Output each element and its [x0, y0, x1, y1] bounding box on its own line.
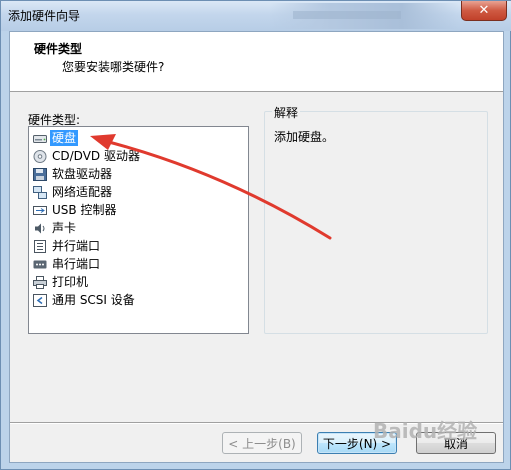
window-title: 添加硬件向导: [8, 9, 81, 23]
parallel-port-icon: [33, 239, 47, 253]
list-item-label: 硬盘: [50, 130, 79, 146]
wizard-header: 硬件类型 您要安装哪类硬件?: [10, 32, 503, 92]
close-button[interactable]: ✕: [461, 1, 507, 21]
list-item-scsi[interactable]: 通用 SCSI 设备: [33, 291, 137, 309]
list-item-parallel-port[interactable]: 并行端口: [33, 237, 102, 255]
list-item-usb[interactable]: USB 控制器: [33, 201, 118, 219]
explanation-text: 添加硬盘。: [274, 130, 335, 144]
list-item-label: 打印机: [52, 275, 89, 289]
background-window-text-blur: [293, 11, 401, 19]
list-item-hard-disk[interactable]: 硬盘: [33, 129, 79, 147]
list-item-label: USB 控制器: [52, 203, 117, 217]
title-bar[interactable]: 添加硬件向导 ✕: [1, 1, 511, 31]
list-item-serial-port[interactable]: 串行端口: [33, 255, 102, 273]
back-button[interactable]: < 上一步(B): [222, 432, 302, 454]
list-item-label: 软盘驱动器: [52, 167, 113, 181]
hardware-type-list[interactable]: 硬盘 CD/DVD 驱动器 软盘驱动器 网络适配器 USB 控制器 声卡 并行端…: [28, 126, 249, 334]
list-item-label: 通用 SCSI 设备: [52, 293, 135, 307]
list-item-label: 网络适配器: [52, 185, 113, 199]
printer-icon: [33, 275, 47, 289]
scsi-icon: [33, 293, 47, 307]
list-item-label: 声卡: [52, 221, 77, 235]
page-subtitle: 您要安装哪类硬件?: [62, 60, 165, 74]
explanation-legend: 解释: [272, 104, 301, 121]
list-item-label: 并行端口: [52, 239, 101, 253]
list-item-network-adapter[interactable]: 网络适配器: [33, 183, 114, 201]
list-item-label: 串行端口: [52, 257, 101, 271]
list-item-printer[interactable]: 打印机: [33, 273, 90, 291]
wizard-window: 添加硬件向导 ✕ 硬件类型 您要安装哪类硬件? 硬件类型: 硬盘 CD/DVD: [0, 0, 511, 470]
list-item-label: CD/DVD 驱动器: [52, 149, 140, 163]
close-icon: ✕: [478, 3, 490, 18]
list-item-cd-dvd[interactable]: CD/DVD 驱动器: [33, 147, 142, 165]
hard-disk-icon: [33, 132, 47, 145]
list-item-floppy[interactable]: 软盘驱动器: [33, 165, 114, 183]
usb-icon: [33, 204, 47, 217]
sound-card-icon: [33, 222, 47, 235]
floppy-icon: [33, 167, 47, 181]
serial-port-icon: [33, 258, 47, 271]
list-item-sound-card[interactable]: 声卡: [33, 219, 78, 237]
network-adapter-icon: [33, 185, 47, 199]
cd-dvd-icon: [33, 149, 47, 163]
wizard-body: 硬件类型 您要安装哪类硬件? 硬件类型: 硬盘 CD/DVD 驱动器 软盘驱动器…: [9, 31, 504, 463]
watermark-logo: Baidu经验: [373, 419, 478, 443]
page-title: 硬件类型: [34, 42, 83, 56]
